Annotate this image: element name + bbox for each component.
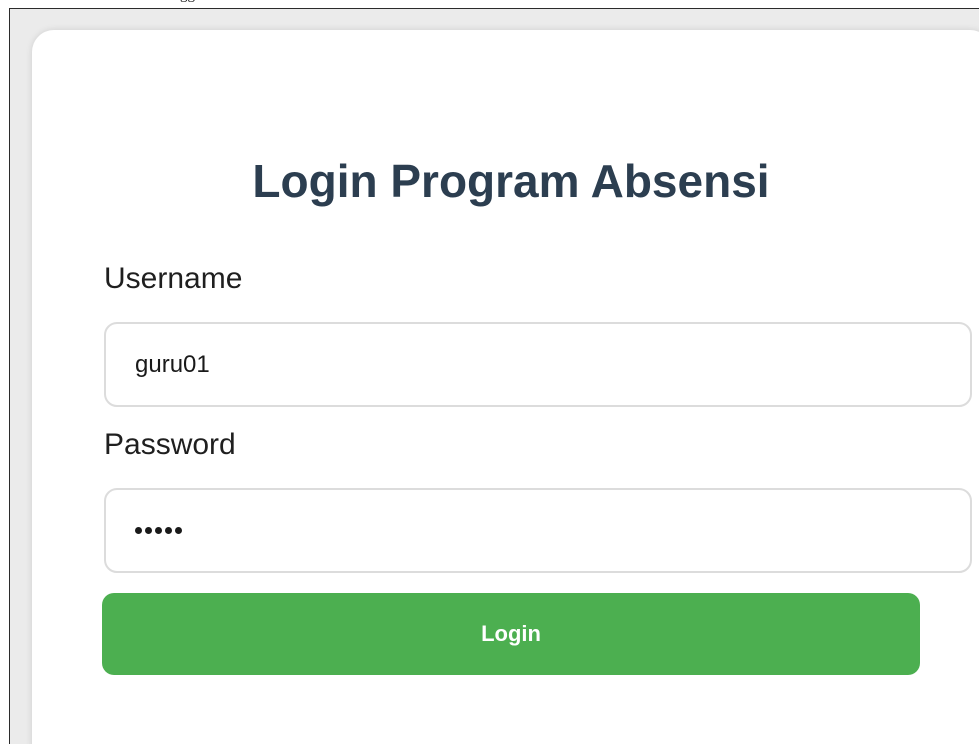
clipped-text-label: ggi	[180, 0, 199, 4]
password-dot	[135, 527, 142, 534]
password-dot	[165, 527, 172, 534]
login-card: Login Program Absensi Username guru01 Pa…	[32, 30, 979, 744]
username-field[interactable]: guru01	[104, 322, 972, 407]
password-label: Password	[104, 428, 236, 461]
login-button-label: Login	[481, 621, 541, 646]
password-field[interactable]	[104, 488, 972, 573]
page-frame: Login Program Absensi Username guru01 Pa…	[9, 8, 979, 744]
username-label: Username	[104, 262, 243, 295]
login-button[interactable]: Login	[102, 593, 920, 675]
password-dot	[145, 527, 152, 534]
username-value: guru01	[135, 350, 210, 378]
password-mask	[135, 527, 182, 534]
page-title: Login Program Absensi	[252, 155, 770, 207]
password-dot	[155, 527, 162, 534]
password-dot	[175, 527, 182, 534]
